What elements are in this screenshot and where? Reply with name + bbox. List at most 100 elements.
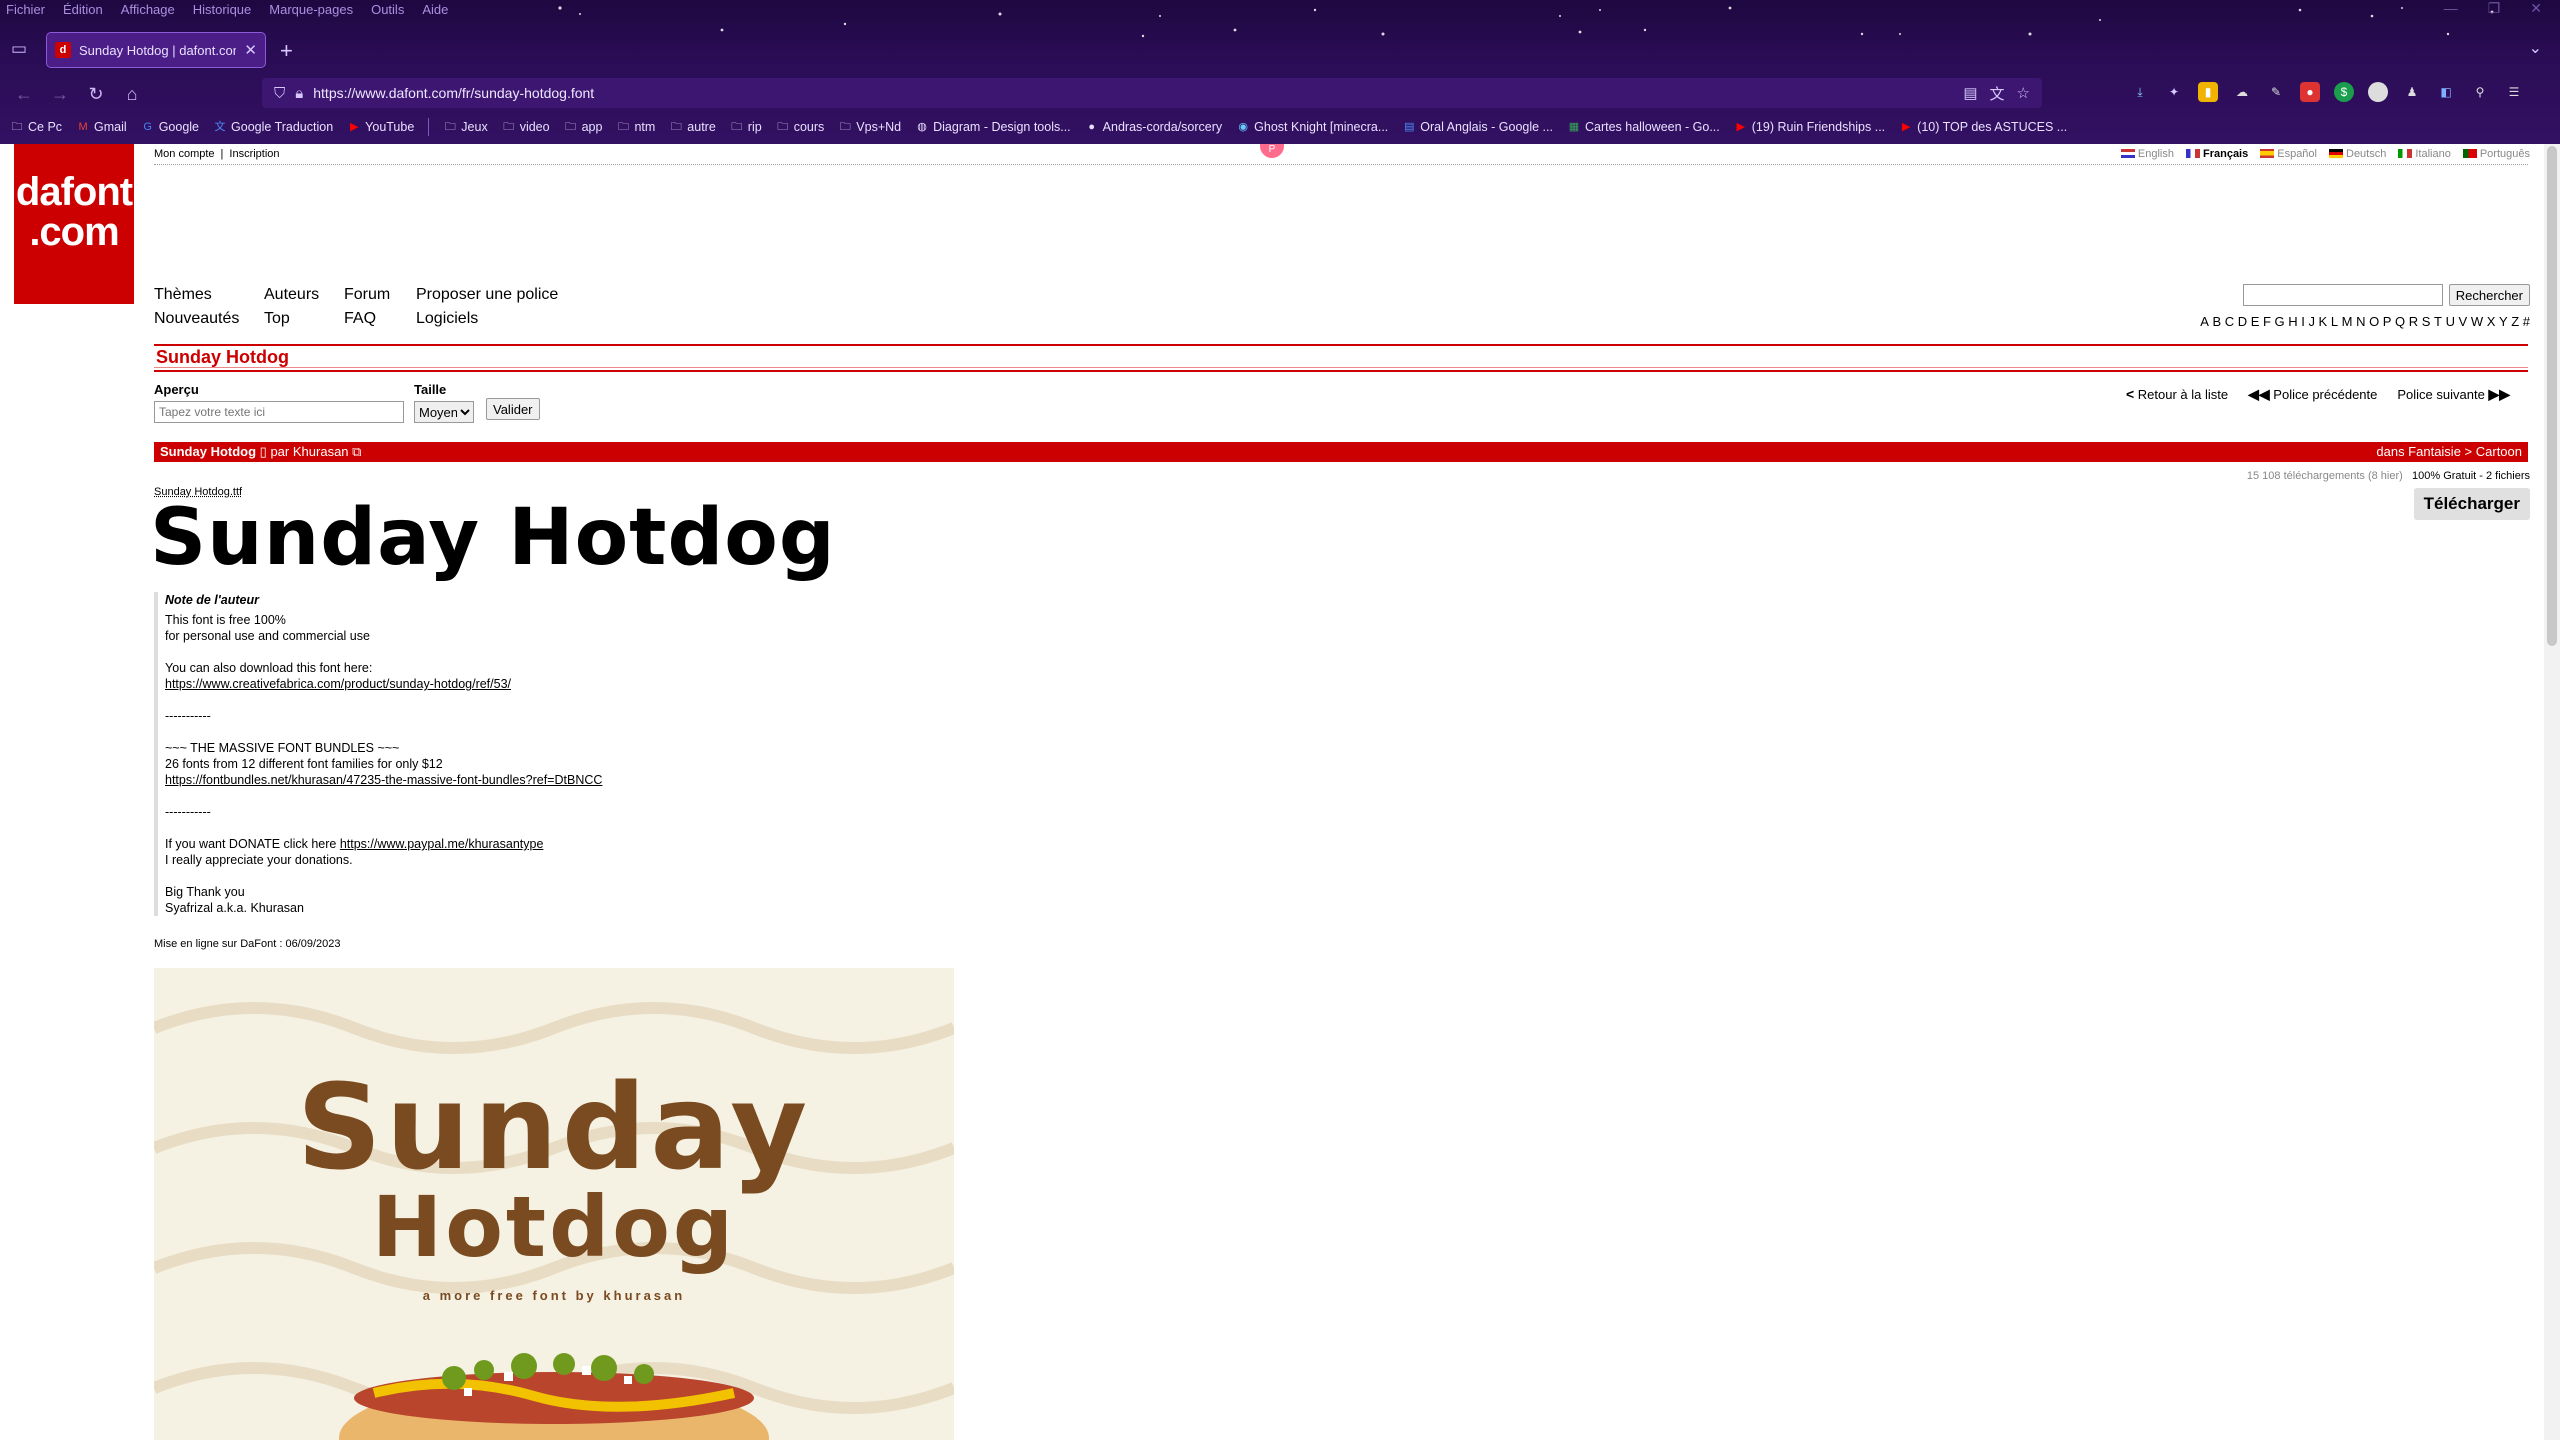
alphabet-letter[interactable]: Q xyxy=(2395,314,2405,329)
alphabet-letter[interactable]: Y xyxy=(2499,314,2508,329)
search-input[interactable] xyxy=(2242,284,2443,306)
extension-red-icon[interactable]: ● xyxy=(2300,82,2320,102)
nav-faq[interactable]: FAQ xyxy=(344,310,416,328)
creativefabrica-link[interactable]: https://www.creativefabrica.com/product/… xyxy=(165,677,511,691)
extension-note-icon[interactable]: ▮ xyxy=(2198,82,2218,102)
signup-link[interactable]: Inscription xyxy=(229,148,279,160)
view-tabs-icon[interactable]: ▭ xyxy=(6,36,32,62)
url-text[interactable]: https://www.dafont.com/fr/sunday-hotdog.… xyxy=(313,85,594,101)
bookmark-item[interactable]: 文 Google Traduction xyxy=(213,120,334,134)
reload-icon[interactable]: ↻ xyxy=(84,82,108,106)
bookmark-item[interactable]: ▶ YouTube xyxy=(347,120,414,134)
bookmark-folder[interactable]: 🗀︎ cours xyxy=(776,120,824,134)
alphabet-letter[interactable]: A xyxy=(2200,314,2209,329)
alphabet-letter[interactable]: E xyxy=(2251,314,2260,329)
bookmark-item[interactable]: ◍ Diagram - Design tools... xyxy=(915,120,1070,134)
alphabet-letter[interactable]: L xyxy=(2331,314,2338,329)
fontbundles-link[interactable]: https://fontbundles.net/khurasan/47235-t… xyxy=(165,773,602,787)
category-link[interactable]: dans Fantaisie > Cartoon xyxy=(2376,442,2522,462)
nav-themes[interactable]: Thèmes xyxy=(154,286,264,304)
tab-active[interactable]: d Sunday Hotdog | dafont.com ✕ xyxy=(46,32,266,68)
nav-logiciels[interactable]: Logiciels xyxy=(416,310,566,328)
alphabet-letter[interactable]: J xyxy=(2308,314,2315,329)
alphabet-letter[interactable]: X xyxy=(2487,314,2496,329)
alphabet-letter[interactable]: # xyxy=(2523,314,2530,329)
lock-icon[interactable]: 🔒︎ xyxy=(295,85,303,102)
bookmark-folder[interactable]: 🗀︎ video xyxy=(502,120,549,134)
external-link-icon[interactable]: ⧉ xyxy=(352,444,361,459)
lang-francais[interactable]: Français xyxy=(2185,148,2248,160)
bookmark-item[interactable]: G Google xyxy=(141,120,199,134)
extension-blue-icon[interactable]: ◧ xyxy=(2436,82,2456,102)
lang-portugues[interactable]: Português xyxy=(2462,148,2530,160)
alphabet-letter[interactable]: W xyxy=(2471,314,2483,329)
bookmark-folder[interactable]: 🗀︎ rip xyxy=(730,120,761,134)
bookmark-star-icon[interactable]: ☆ xyxy=(2017,84,2030,102)
validate-button[interactable]: Valider xyxy=(486,398,540,420)
prev-font-link[interactable]: ◀◀ Police précédente xyxy=(2248,386,2377,403)
alphabet-letter[interactable]: V xyxy=(2459,314,2468,329)
bookmark-item[interactable]: 🗀︎ Ce Pc xyxy=(10,120,63,134)
alphabet-letter[interactable]: G xyxy=(2275,314,2285,329)
nav-auteurs[interactable]: Auteurs xyxy=(264,286,344,304)
alphabet-letter[interactable]: N xyxy=(2356,314,2365,329)
close-window-icon[interactable]: ✕ xyxy=(2530,0,2542,17)
alphabet-letter[interactable]: O xyxy=(2369,314,2379,329)
extensions-icon[interactable]: ✦ xyxy=(2164,82,2184,102)
lang-espanol[interactable]: Español xyxy=(2260,148,2317,160)
bookmark-folder[interactable]: 🗀︎ Vps+Nd xyxy=(838,120,901,134)
alphabet-letter[interactable]: I xyxy=(2301,314,2305,329)
scrollbar-thumb[interactable] xyxy=(2547,146,2557,646)
alphabet-letter[interactable]: M xyxy=(2342,314,2353,329)
bookmark-folder[interactable]: 🗀︎ app xyxy=(564,120,602,134)
extension-green-icon[interactable]: $ xyxy=(2334,82,2354,102)
nav-proposer[interactable]: Proposer une police xyxy=(416,286,566,304)
list-tabs-icon[interactable]: ⌄ xyxy=(2529,38,2542,58)
nav-nouveautes[interactable]: Nouveautés xyxy=(154,310,264,328)
nav-forum[interactable]: Forum xyxy=(344,286,416,304)
pinterest-tab-icon[interactable]: P xyxy=(1260,144,1284,158)
menu-edition[interactable]: Édition xyxy=(61,0,105,20)
page-scrollbar[interactable] xyxy=(2544,144,2560,1440)
alphabet-letter[interactable]: F xyxy=(2263,314,2271,329)
translate-icon[interactable]: 文 xyxy=(1990,83,2005,104)
bookmark-folder[interactable]: 🗀︎ Jeux xyxy=(443,120,488,134)
author-link[interactable]: Khurasan xyxy=(293,444,349,459)
download-button[interactable]: Télécharger xyxy=(2413,488,2530,520)
extension-cloud-icon[interactable]: ☁ xyxy=(2232,82,2252,102)
menu-marque-pages[interactable]: Marque-pages xyxy=(267,0,355,20)
bookmark-item[interactable]: ▦ Cartes halloween - Go... xyxy=(1567,120,1720,134)
bookmark-item[interactable]: ◉ Ghost Knight [minecra... xyxy=(1236,120,1388,134)
dafont-logo[interactable]: dafont .com xyxy=(14,144,134,304)
extension-pen-icon[interactable]: ✎ xyxy=(2266,82,2286,102)
restore-icon[interactable]: ❐ xyxy=(2488,0,2501,17)
alphabet-letter[interactable]: H xyxy=(2288,314,2297,329)
shield-icon[interactable]: ⛉ xyxy=(274,85,285,102)
alphabet-letter[interactable]: K xyxy=(2319,314,2328,329)
next-font-link[interactable]: Police suivante ▶▶ xyxy=(2397,386,2510,403)
preview-input[interactable] xyxy=(154,401,404,423)
close-tab-icon[interactable]: ✕ xyxy=(244,41,257,59)
new-tab-icon[interactable]: + xyxy=(280,38,293,64)
bookmark-item[interactable]: ▶ (19) Ruin Friendships ... xyxy=(1734,120,1886,134)
back-icon[interactable]: ← xyxy=(12,82,36,106)
bookmark-item[interactable]: ▤ Oral Anglais - Google ... xyxy=(1402,120,1553,134)
bookmark-item[interactable]: ▶ (10) TOP des ASTUCES ... xyxy=(1899,120,2067,134)
paypal-link[interactable]: https://www.paypal.me/khurasantype xyxy=(340,837,544,851)
extension-person-icon[interactable]: ♟ xyxy=(2402,82,2422,102)
alphabet-letter[interactable]: T xyxy=(2434,314,2442,329)
minimize-icon[interactable]: — xyxy=(2444,0,2458,17)
forward-icon[interactable]: → xyxy=(48,82,72,106)
alphabet-letter[interactable]: S xyxy=(2422,314,2431,329)
nav-top[interactable]: Top xyxy=(264,310,344,328)
menu-affichage[interactable]: Affichage xyxy=(119,0,177,20)
size-select[interactable]: Moyen xyxy=(414,401,474,423)
home-icon[interactable]: ⌂ xyxy=(120,82,144,106)
menu-icon[interactable]: ☰ xyxy=(2504,82,2524,102)
lang-italiano[interactable]: Italiano xyxy=(2398,148,2451,160)
alphabet-letter[interactable]: U xyxy=(2446,314,2455,329)
menu-historique[interactable]: Historique xyxy=(191,0,254,20)
bookmark-item[interactable]: M Gmail xyxy=(76,120,126,134)
alphabet-letter[interactable]: D xyxy=(2238,314,2247,329)
alphabet-letter[interactable]: B xyxy=(2212,314,2221,329)
